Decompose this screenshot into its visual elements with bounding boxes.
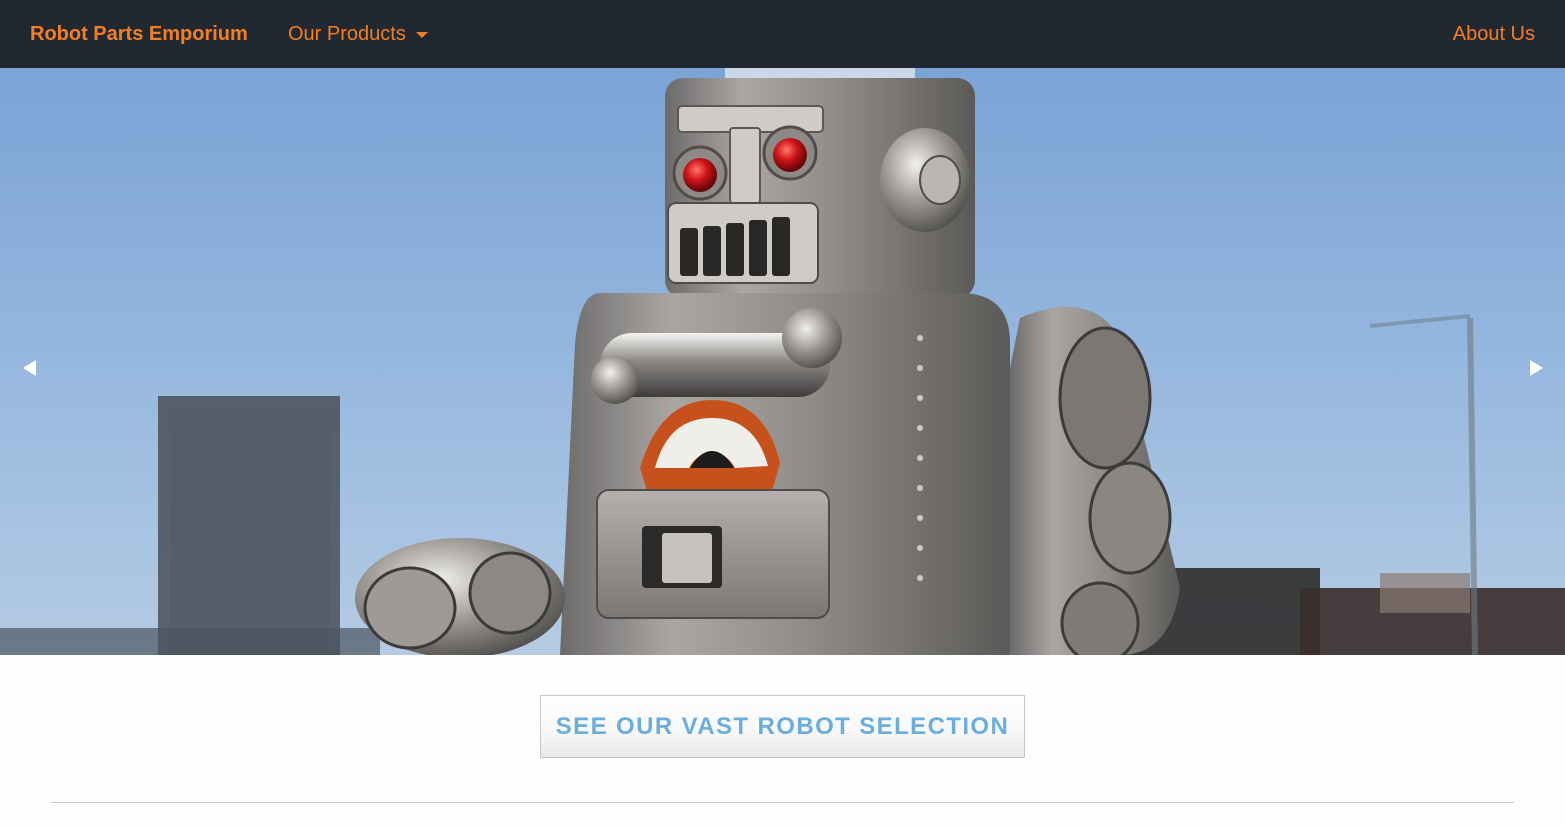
- see-robot-selection-button[interactable]: SEE OUR VAST ROBOT SELECTION: [540, 695, 1025, 758]
- carousel-prev-button[interactable]: [14, 351, 44, 385]
- our-products-dropdown[interactable]: Our Products: [288, 21, 428, 47]
- top-navbar: Robot Parts Emporium Our Products About …: [0, 0, 1565, 68]
- robot-hero-image: [0, 68, 1565, 655]
- triangle-left-icon: [22, 360, 36, 376]
- triangle-right-icon: [1529, 360, 1543, 376]
- our-products-label: Our Products: [288, 23, 406, 45]
- caret-down-icon: [415, 32, 428, 38]
- carousel-next-button[interactable]: [1521, 351, 1551, 385]
- hero-carousel: [0, 68, 1565, 655]
- about-us-link[interactable]: About Us: [1453, 21, 1535, 47]
- section-divider: [51, 802, 1514, 803]
- brand-link[interactable]: Robot Parts Emporium: [30, 21, 248, 47]
